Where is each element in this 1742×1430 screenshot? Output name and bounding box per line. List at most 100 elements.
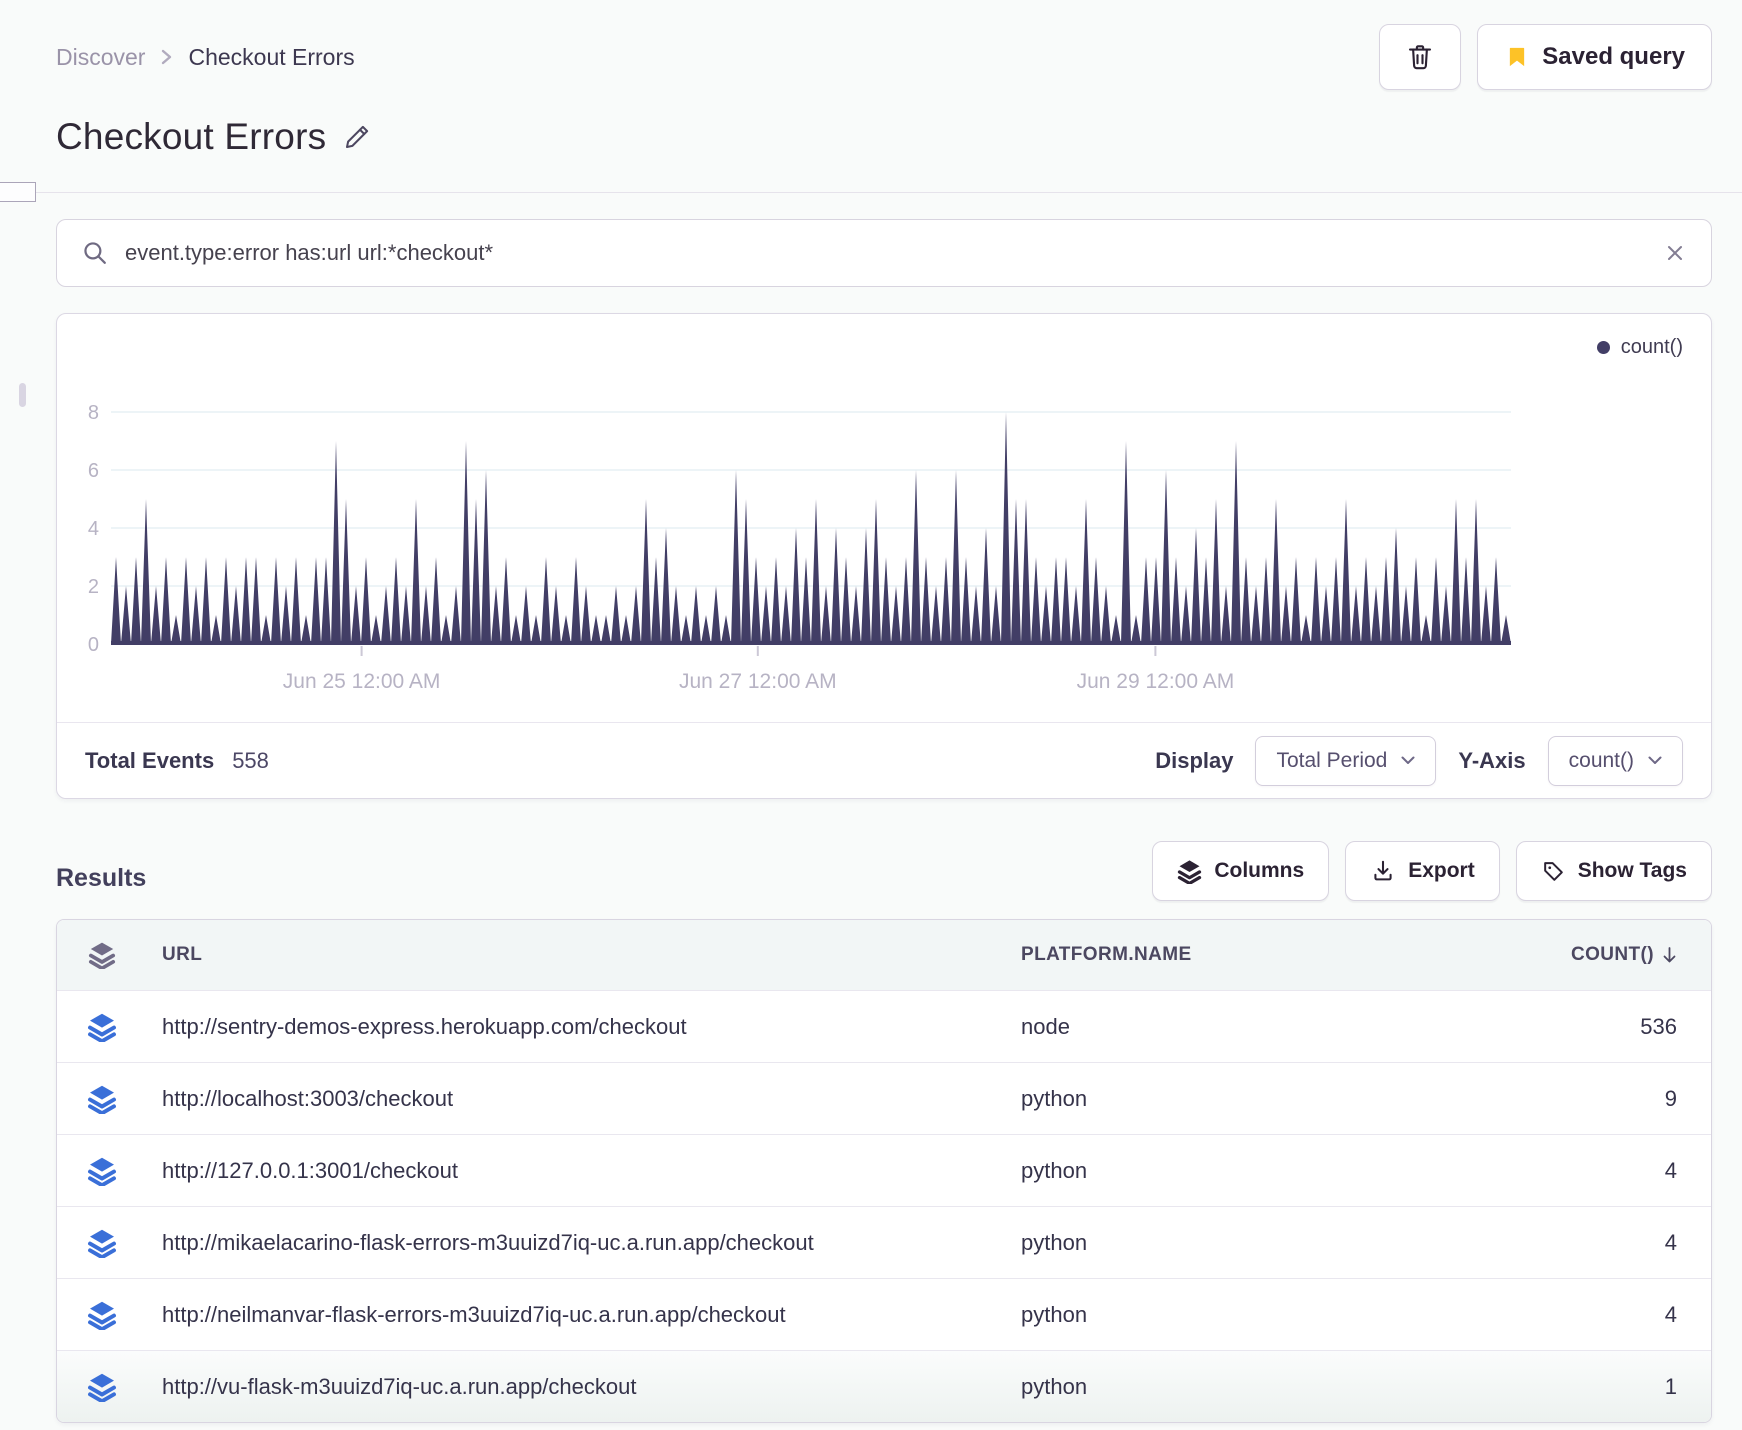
svg-text:6: 6 <box>88 460 99 482</box>
chevron-right-icon <box>159 45 174 69</box>
pencil-icon <box>342 122 372 152</box>
close-icon <box>1663 241 1687 265</box>
export-button-label: Export <box>1408 859 1475 882</box>
row-count: 4 <box>1664 1229 1677 1255</box>
row-count: 536 <box>1640 1013 1677 1039</box>
svg-text:Jun 27 12:00 AM: Jun 27 12:00 AM <box>679 670 837 693</box>
search-bar[interactable] <box>56 219 1712 287</box>
results-buttons: Columns Export Show Tags <box>1152 841 1712 901</box>
row-platform: python <box>1021 1085 1088 1111</box>
events-chart-svg[interactable]: 0 2 4 6 8 Jun 25 12:00 AM Jun 27 12:00 AM Jun … <box>57 314 1711 722</box>
edit-title-button[interactable] <box>342 122 372 152</box>
scroll-pill <box>19 383 26 407</box>
layers-icon <box>1177 859 1202 884</box>
total-events-value: 558 <box>232 747 269 773</box>
chevron-down-icon <box>1401 756 1415 765</box>
row-count: 4 <box>1664 1301 1677 1327</box>
row-stack-button[interactable] <box>87 1156 117 1186</box>
saved-query-label: Saved query <box>1542 43 1685 70</box>
saved-query-button[interactable]: Saved query <box>1477 24 1712 90</box>
tag-icon <box>1541 859 1566 884</box>
svg-text:4: 4 <box>88 518 99 540</box>
chart-footer: Total Events 558 Display Total Period Y-… <box>57 722 1711 798</box>
layers-icon <box>87 1228 117 1258</box>
stack-column-header[interactable] <box>57 941 147 969</box>
results-table: URL PLATFORM.NAME COUNT() http://sentry-… <box>56 919 1712 1423</box>
total-events-label: Total Events <box>85 747 215 773</box>
total-events: Total Events 558 <box>85 748 269 774</box>
breadcrumb-discover[interactable]: Discover <box>56 44 145 71</box>
breadcrumb-current: Checkout Errors <box>188 43 355 70</box>
row-platform: python <box>1021 1301 1088 1327</box>
sort-desc-icon <box>1662 946 1677 964</box>
display-label: Display <box>1155 747 1234 773</box>
search-input[interactable] <box>125 240 1647 266</box>
table-row: http://sentry-demos-express.herokuapp.co… <box>57 990 1711 1062</box>
column-header-count[interactable]: COUNT() <box>1491 944 1711 966</box>
row-count: 9 <box>1664 1085 1677 1111</box>
header-actions: Saved query <box>1379 24 1712 90</box>
download-icon <box>1370 858 1396 884</box>
header-bar: Discover Checkout Errors Saved query <box>56 24 1712 90</box>
table-row: http://mikaelacarino-flask-errors-m3uuiz… <box>57 1206 1711 1278</box>
row-stack-button[interactable] <box>87 1012 117 1042</box>
panel-collapse-handle[interactable] <box>0 182 36 202</box>
legend-dot <box>1596 341 1610 354</box>
columns-button-label: Columns <box>1214 859 1305 882</box>
x-axis-labels: Jun 25 12:00 AM Jun 27 12:00 AM Jun 29 12:… <box>283 670 1234 693</box>
layers-icon <box>87 1084 117 1114</box>
svg-text:0: 0 <box>88 634 99 656</box>
show-tags-button-label: Show Tags <box>1577 859 1687 882</box>
layers-icon <box>87 1156 117 1186</box>
table-header-row: URL PLATFORM.NAME COUNT() <box>57 920 1711 990</box>
show-tags-button[interactable]: Show Tags <box>1515 841 1712 901</box>
columns-button[interactable]: Columns <box>1152 841 1330 901</box>
title-row: Checkout Errors <box>56 112 1712 162</box>
display-dropdown[interactable]: Total Period <box>1255 735 1437 786</box>
row-url: http://mikaelacarino-flask-errors-m3uuiz… <box>162 1229 814 1255</box>
table-row: http://vu-flask-m3uuizd7iq-uc.a.run.app/… <box>57 1350 1711 1422</box>
row-count: 4 <box>1664 1157 1677 1183</box>
layers-icon <box>87 1372 117 1402</box>
row-platform: python <box>1021 1229 1088 1255</box>
chart-controls: Display Total Period Y-Axis count() <box>1155 735 1683 786</box>
row-stack-button[interactable] <box>87 1300 117 1330</box>
events-chart-panel: count() 0 2 4 6 8 Jun 25 12:00 AM Jun 27 12:0… <box>56 313 1712 799</box>
row-url: http://vu-flask-m3uuizd7iq-uc.a.run.app/… <box>162 1373 637 1399</box>
results-header: Results Columns Export Show Tags <box>56 841 1712 901</box>
row-url: http://sentry-demos-express.herokuapp.co… <box>162 1013 687 1039</box>
bookmark-icon <box>1504 44 1530 70</box>
column-header-url[interactable]: URL <box>147 944 1021 966</box>
row-url: http://localhost:3003/checkout <box>162 1085 454 1111</box>
delete-query-button[interactable] <box>1379 24 1462 90</box>
row-platform: python <box>1021 1157 1088 1183</box>
table-row: http://localhost:3003/checkout python 9 <box>57 1062 1711 1134</box>
column-header-platform[interactable]: PLATFORM.NAME <box>1021 944 1491 966</box>
x-axis-ticks <box>360 646 1157 656</box>
search-icon <box>81 239 109 267</box>
row-stack-button[interactable] <box>87 1372 117 1402</box>
row-stack-button[interactable] <box>87 1084 117 1114</box>
count-header-label: COUNT() <box>1570 944 1654 965</box>
search-clear-button[interactable] <box>1663 241 1687 265</box>
row-stack-button[interactable] <box>87 1228 117 1258</box>
trash-icon <box>1405 42 1435 72</box>
export-button[interactable]: Export <box>1345 841 1500 901</box>
row-count: 1 <box>1664 1373 1677 1399</box>
chart-legend: count() <box>1596 336 1683 359</box>
yaxis-label: Y-Axis <box>1458 747 1526 773</box>
svg-text:Jun 29 12:00 AM: Jun 29 12:00 AM <box>1077 670 1235 693</box>
display-dropdown-value: Total Period <box>1276 748 1388 772</box>
table-row: http://neilmanvar-flask-errors-m3uuizd7i… <box>57 1278 1711 1350</box>
grid-lines <box>111 411 1511 587</box>
svg-text:8: 8 <box>88 402 99 424</box>
row-url: http://127.0.0.1:3001/checkout <box>162 1157 459 1183</box>
row-platform: python <box>1021 1373 1088 1399</box>
section-divider <box>0 182 1742 202</box>
y-axis-labels: 0 2 4 6 8 <box>88 402 99 656</box>
yaxis-dropdown-value: count() <box>1568 748 1634 772</box>
svg-text:2: 2 <box>88 576 99 598</box>
discover-page: Discover Checkout Errors Saved query Che… <box>0 0 1742 1423</box>
yaxis-dropdown[interactable]: count() <box>1547 735 1683 786</box>
layers-icon <box>87 1300 117 1330</box>
